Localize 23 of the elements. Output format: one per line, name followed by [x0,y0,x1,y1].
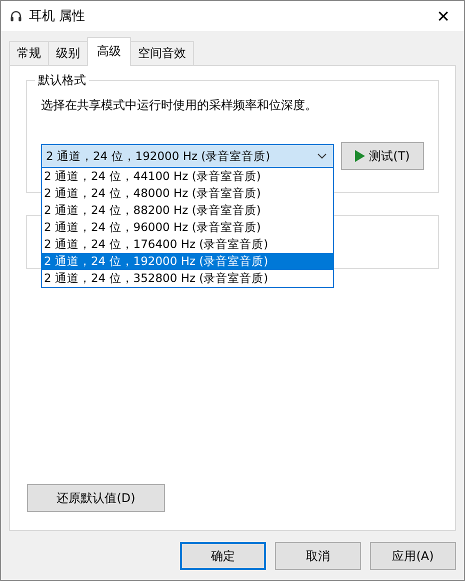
test-button[interactable]: 测试(T) [341,142,424,170]
caret-icon [317,153,327,159]
format-dropdown[interactable]: 2 通道，24 位，192000 Hz (录音室音质) [41,144,334,168]
dialog-button[interactable]: 应用(A) [370,542,456,570]
dropdown-option[interactable]: 2 通道，24 位，176400 Hz (录音室音质) [42,236,333,253]
group-title: 默认格式 [35,72,89,89]
window-title: 耳机 属性 [29,8,86,25]
restore-defaults-button[interactable]: 还原默认值(D) [27,484,165,512]
dropdown-option[interactable]: 2 通道，24 位，88200 Hz (录音室音质) [42,202,333,219]
description-text: 选择在共享模式中运行时使用的采样频率和位深度。 [41,97,318,114]
headphones-icon [9,9,23,23]
dropdown-option[interactable]: 2 通道，24 位，96000 Hz (录音室音质) [42,219,333,236]
tab[interactable]: 空间音效 [130,41,194,65]
close-button[interactable]: ✕ [430,6,456,26]
dropdown-option[interactable]: 2 通道，24 位，44100 Hz (录音室音质) [42,168,333,185]
play-icon [355,150,366,162]
dropdown-option[interactable]: 2 通道，24 位，48000 Hz (录音室音质) [42,185,333,202]
dialog-button[interactable]: 确定 [180,542,266,570]
dropdown-option[interactable]: 2 通道，24 位，352800 Hz (录音室音质) [42,270,333,287]
tab[interactable]: 常规 [9,41,49,65]
dialog-button[interactable]: 取消 [275,542,361,570]
tab[interactable]: 高级 [87,37,131,66]
dropdown-option[interactable]: 2 通道，24 位，192000 Hz (录音室音质) [42,253,333,270]
